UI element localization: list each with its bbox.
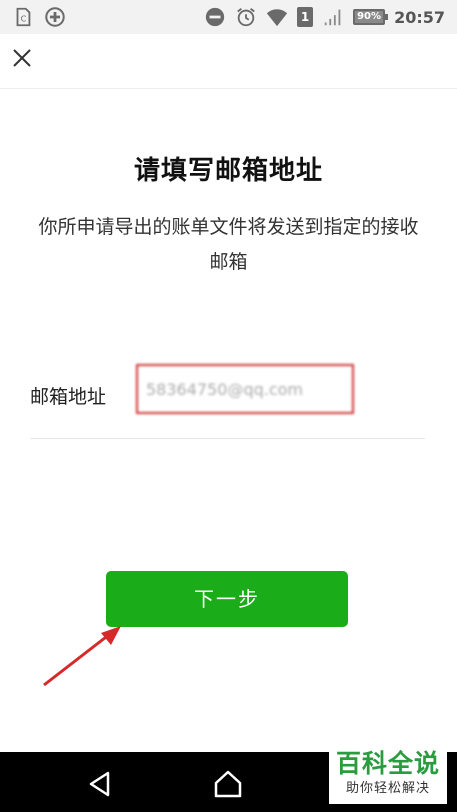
watermark-sub: 助你轻松解决 [345,781,430,796]
status-bar: C 1 90% 20:57 [0,0,457,34]
battery-level-text: 90% [357,11,382,22]
email-label: 邮箱地址 [30,386,107,408]
page-description: 你所申请导出的账单文件将发送到指定的接收邮箱 [38,216,419,273]
battery-icon: 90% [353,9,389,25]
next-step-button[interactable]: 下一步 [106,571,348,627]
svg-text:C: C [21,14,27,24]
add-circle-icon [45,7,65,27]
wifi-icon [266,9,288,27]
sim-slot-badge: 1 [297,7,314,27]
close-icon[interactable] [10,46,34,70]
page-title: 请填写邮箱地址 [133,156,323,186]
watermark-logo: 百科全说 助你轻松解决 [329,748,447,804]
sim-card-icon: C [16,7,31,27]
back-icon[interactable] [86,770,114,798]
signal-icon [324,9,341,26]
watermark-main: 百科全说 [335,749,440,778]
email-field-row: 邮箱地址 [30,360,425,439]
email-input[interactable] [136,364,354,414]
home-icon[interactable] [213,769,243,799]
alarm-icon [237,8,255,27]
top-bar [0,34,457,89]
status-time: 20:57 [394,7,445,27]
do-not-disturb-icon [205,7,225,27]
